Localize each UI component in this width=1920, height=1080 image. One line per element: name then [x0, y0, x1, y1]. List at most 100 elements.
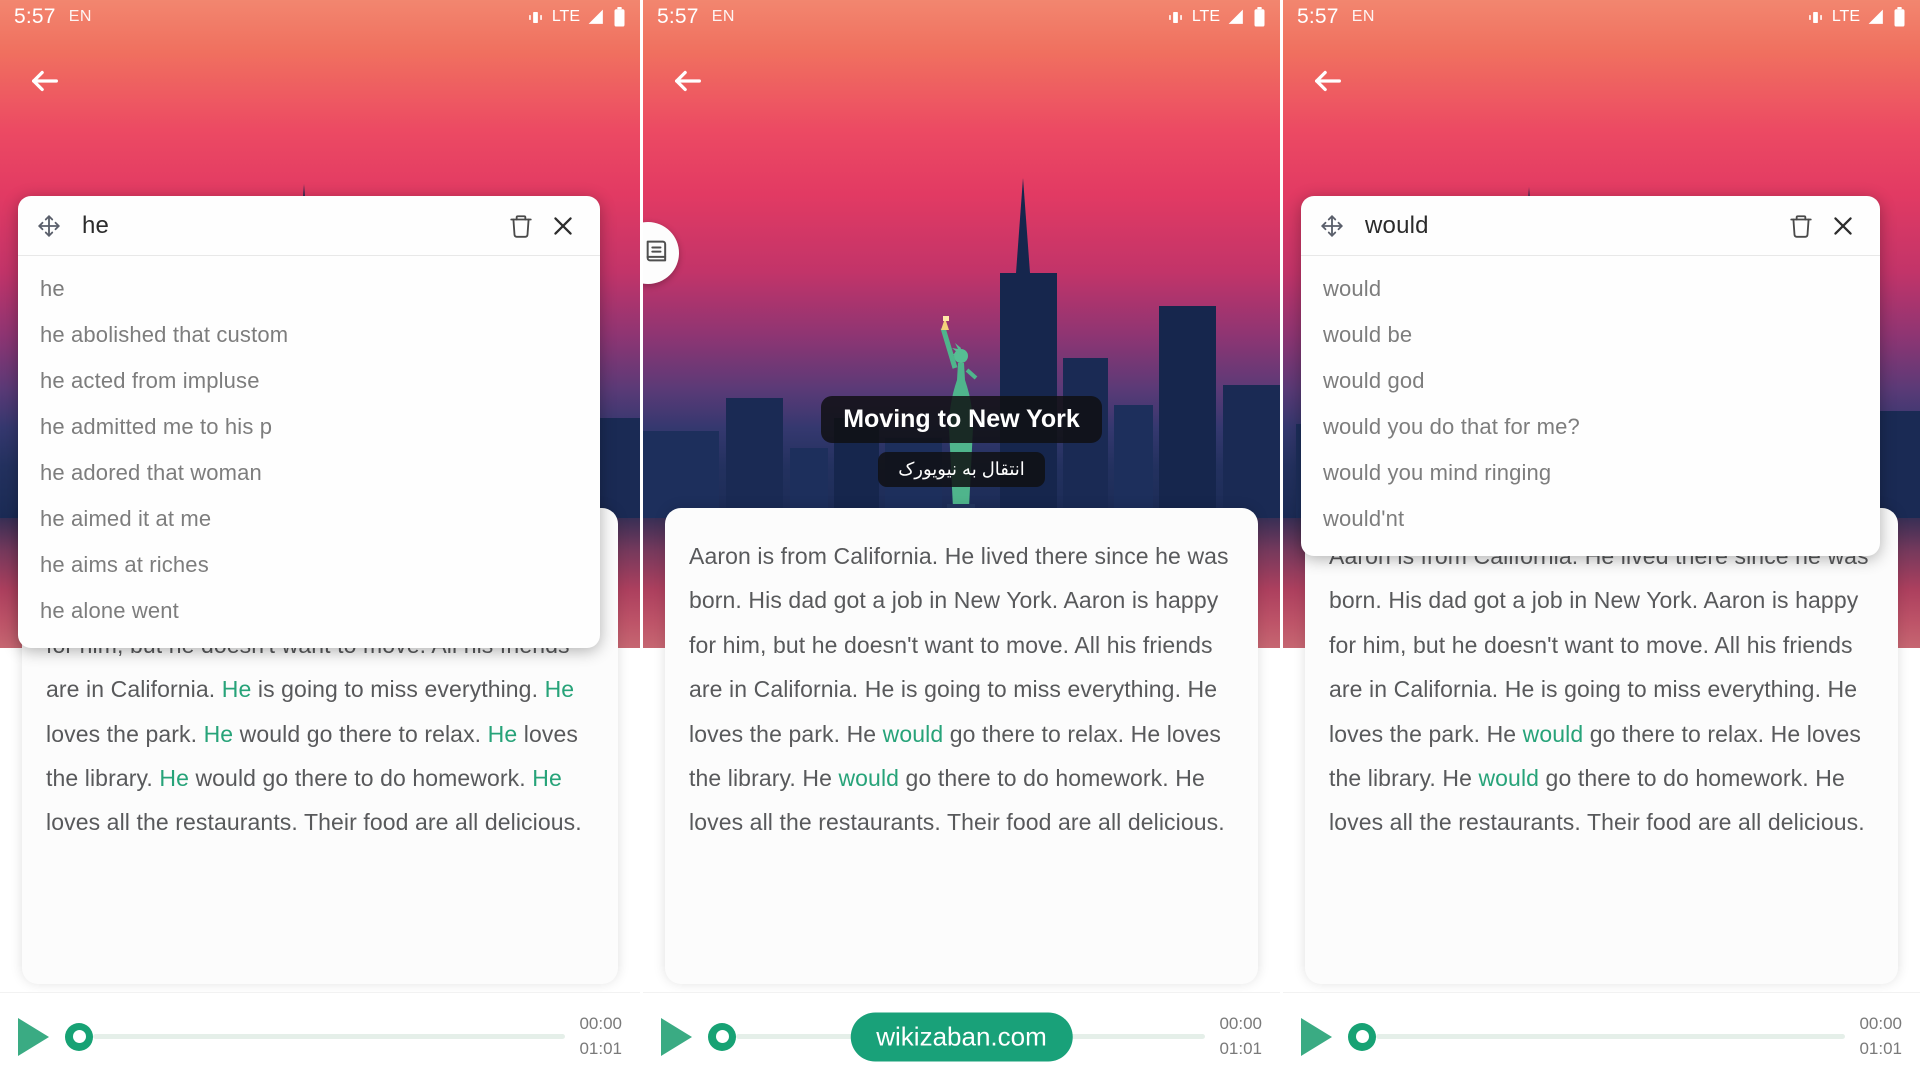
suggestion-item[interactable]: would'nt	[1301, 496, 1880, 542]
audio-player: 00:00 01:01 wikizaban.com	[643, 992, 1280, 1080]
site-watermark: wikizaban.com	[850, 1012, 1073, 1061]
total-time: 01:01	[1859, 1038, 1902, 1058]
lesson-subtitle-fa: انتقال به نیویورک	[878, 452, 1045, 487]
panel-would: 5:57 EN LTE Aaron is from California. He…	[1280, 0, 1920, 1080]
move-icon[interactable]	[1319, 213, 1345, 239]
lesson-body: Aaron is from California. He lived there…	[1329, 534, 1874, 845]
back-button[interactable]	[22, 58, 68, 104]
progress-track[interactable]	[93, 1024, 566, 1050]
status-bar-3: 5:57 EN LTE	[1283, 0, 1920, 34]
back-arrow-icon	[32, 70, 58, 92]
signal-icon	[587, 8, 606, 27]
suggestion-item[interactable]: he aimed it at me	[18, 496, 600, 542]
signal-icon	[1867, 8, 1886, 27]
highlighted-word[interactable]: would	[838, 765, 899, 791]
highlighted-word[interactable]: He	[532, 765, 562, 791]
search-input[interactable]: would	[1365, 212, 1780, 240]
highlighted-word[interactable]: He	[545, 676, 575, 702]
back-button[interactable]	[1305, 58, 1351, 104]
back-arrow-icon	[1315, 70, 1341, 92]
audio-player: 00:00 01:01	[0, 992, 640, 1080]
status-language: EN	[711, 8, 735, 25]
status-language: EN	[68, 8, 92, 25]
progress-knob[interactable]	[65, 1022, 93, 1051]
audio-player: 00:00 01:01	[1283, 992, 1920, 1080]
status-network: LTE	[1831, 8, 1860, 25]
time-display: 00:00 01:01	[579, 1012, 622, 1061]
body-text-segment: would go there to relax.	[233, 720, 488, 747]
back-arrow-icon	[675, 70, 701, 92]
suggestion-item[interactable]: he	[18, 266, 600, 312]
lesson-body: Aaron is from California. He lived there…	[689, 534, 1234, 845]
book-icon	[643, 237, 671, 270]
back-button[interactable]	[665, 58, 711, 104]
progress-knob[interactable]	[1348, 1022, 1376, 1051]
suggestion-list: would would be would god would you do that …	[1301, 256, 1880, 556]
panel-he: 5:57 EN LTE Aaron is from Californ	[0, 0, 640, 1080]
body-text-segment: is going to miss everything.	[251, 676, 545, 703]
suggestion-list: he he abolished that custom he acted from …	[18, 256, 600, 648]
total-time: 01:01	[579, 1038, 622, 1058]
play-icon[interactable]	[1301, 1017, 1332, 1056]
word-search-popup: he he he abolished that custom he acted fr…	[18, 196, 600, 648]
word-search-popup: would would would be would god would you do…	[1301, 196, 1880, 556]
close-icon[interactable]	[1822, 205, 1864, 247]
lesson-title: Moving to New York	[821, 396, 1102, 443]
status-time: 5:57	[14, 5, 56, 28]
body-text-segment: would go there to do homework.	[188, 764, 533, 791]
panel-article: 5:57 EN LTE Moving to New York انتقال به…	[640, 0, 1280, 1080]
suggestion-item[interactable]: he abolished that custom	[18, 312, 600, 358]
highlighted-word[interactable]: He	[204, 721, 234, 747]
battery-icon	[613, 7, 626, 27]
highlighted-word[interactable]: He	[222, 676, 252, 702]
suggestion-item[interactable]: he alone went	[18, 588, 600, 634]
total-time: 01:01	[1219, 1038, 1262, 1058]
time-display: 00:00 01:01	[1859, 1012, 1902, 1061]
progress-knob[interactable]	[708, 1022, 736, 1051]
status-bar-2: 5:57 EN LTE	[643, 0, 1280, 34]
suggestion-item[interactable]: he admitted me to his p	[18, 404, 600, 450]
vibrate-icon	[1806, 8, 1825, 27]
play-icon[interactable]	[18, 1017, 49, 1056]
body-text-segment: Aaron is from California. He lived there…	[689, 543, 1229, 747]
body-text-segment: Aaron is from California. He lived there…	[1329, 543, 1869, 747]
search-input[interactable]: he	[82, 212, 500, 240]
reading-card: Aaron is from California. He lived there…	[665, 508, 1258, 984]
status-time: 5:57	[1297, 5, 1339, 28]
suggestion-item[interactable]: he acted from impluse	[18, 358, 600, 404]
suggestion-item[interactable]: would be	[1301, 312, 1880, 358]
search-header: he	[18, 196, 600, 256]
move-icon[interactable]	[36, 213, 62, 239]
play-icon[interactable]	[661, 1017, 692, 1056]
status-network: LTE	[1191, 8, 1220, 25]
body-text-segment: loves the park.	[46, 720, 204, 747]
suggestion-item[interactable]: he adored that woman	[18, 450, 600, 496]
lesson-title-overlay: Moving to New York انتقال به نیویورک	[643, 396, 1280, 487]
suggestion-item[interactable]: would you mind ringing	[1301, 450, 1880, 496]
suggestion-item[interactable]: he aims at riches	[18, 542, 600, 588]
status-language: EN	[1351, 8, 1375, 25]
progress-track[interactable]	[1376, 1024, 1846, 1050]
suggestion-item[interactable]: would you do that for me?	[1301, 404, 1880, 450]
vibrate-icon	[1166, 8, 1185, 27]
current-time: 00:00	[1859, 1013, 1902, 1033]
highlighted-word[interactable]: would	[1523, 721, 1584, 747]
status-network: LTE	[551, 8, 580, 25]
trash-icon[interactable]	[1780, 205, 1822, 247]
close-icon[interactable]	[542, 205, 584, 247]
reading-card: Aaron is from California. He lived there…	[1305, 508, 1898, 984]
signal-icon	[1227, 8, 1246, 27]
suggestion-item[interactable]: would god	[1301, 358, 1880, 404]
vibrate-icon	[526, 8, 545, 27]
highlighted-word[interactable]: would	[883, 721, 944, 747]
trash-icon[interactable]	[500, 205, 542, 247]
highlighted-word[interactable]: He	[159, 765, 189, 791]
highlighted-word[interactable]: would	[1478, 765, 1539, 791]
battery-icon	[1253, 7, 1266, 27]
suggestion-item[interactable]: would	[1301, 266, 1880, 312]
three-panel-screenshot: 5:57 EN LTE Aaron is from Californ	[0, 0, 1920, 1080]
body-text-segment: loves all the restaurants. Their food ar…	[46, 809, 582, 836]
current-time: 00:00	[1219, 1013, 1262, 1033]
status-time: 5:57	[657, 5, 699, 28]
highlighted-word[interactable]: He	[488, 721, 518, 747]
